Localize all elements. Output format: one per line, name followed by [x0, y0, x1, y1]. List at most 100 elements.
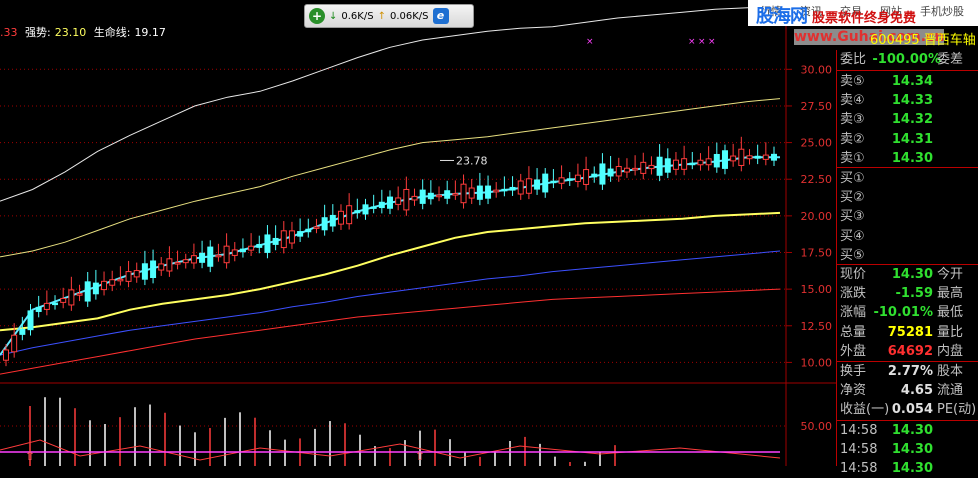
candle-body: [509, 186, 516, 191]
candle-body: [468, 187, 475, 199]
fund-row-value: 2.77%: [887, 364, 933, 379]
ma-blue-line: [0, 250, 781, 356]
ma-yellow-line: [0, 211, 781, 332]
price-tick-label: 15.00: [801, 283, 833, 296]
quote-row-label: 总量: [840, 324, 867, 340]
buy-level-3: 买③: [837, 208, 978, 226]
candle-body: [656, 156, 663, 176]
candle-body: [705, 158, 712, 166]
candle-body: [566, 178, 573, 181]
candle-body: [623, 167, 630, 173]
buy-level-1: 买①: [837, 170, 978, 188]
sell-level-4: 卖④ 14.33: [837, 92, 978, 110]
buy-level-1-label: 买①: [840, 171, 865, 186]
sell-level-1-value: 14.30: [891, 150, 933, 166]
candle-body: [583, 169, 590, 185]
candle-body: [607, 168, 614, 177]
quote-row-label: 涨跌: [840, 286, 867, 302]
candle-body: [599, 163, 606, 185]
indicator-readout: .33 强势: 23.10 生命线: 19.17: [0, 24, 170, 40]
candle-body: [84, 281, 91, 302]
tick-row-label: 14:58: [840, 442, 878, 458]
volume-arrow-icon: ⇧: [415, 449, 425, 463]
quote-row-value: -1.59: [895, 286, 933, 302]
candle-body: [427, 192, 434, 200]
plus-icon[interactable]: +: [309, 8, 325, 24]
volume-tick-label: 50.00: [801, 420, 833, 433]
sell-level-4-value: 14.33: [891, 93, 933, 109]
candle-body: [346, 205, 353, 225]
quote-row-value: -10.01%: [873, 305, 933, 321]
candle-body: [395, 197, 402, 205]
candle-body: [730, 155, 737, 162]
candle-body: [117, 278, 124, 282]
candle-body: [387, 196, 393, 209]
price-tick-label: 12.50: [801, 320, 833, 333]
candle-body: [248, 245, 255, 251]
tick-row: 14:58 14.30: [837, 441, 978, 459]
candle-body: [403, 188, 410, 211]
tick-row-value: 14.30: [891, 442, 933, 458]
candle-body: [542, 173, 549, 193]
candle-body: [762, 154, 769, 160]
quote-row: 总量 75281 量比: [837, 324, 978, 342]
candle-body: [60, 297, 67, 303]
quote-row-label: 外盘: [840, 343, 867, 359]
candle-body: [11, 334, 18, 353]
ratio-row: 委比 -100.00% 委差: [837, 51, 978, 69]
candle-body: [721, 150, 728, 169]
candle-body: [337, 210, 344, 225]
candle-body: [199, 252, 206, 263]
ie-icon[interactable]: e: [432, 8, 449, 24]
candle-body: [550, 180, 557, 184]
candle-body: [264, 234, 271, 253]
indicator-value-strong: 23.10: [54, 26, 87, 39]
buy-level-2: 买②: [837, 189, 978, 207]
candle-body: [256, 243, 263, 248]
quote-row-label2: 最低: [937, 305, 964, 321]
tick-row-label: 14:58: [840, 461, 878, 477]
quote-row-label2: 今开: [937, 267, 964, 282]
ma-red-line: [0, 288, 781, 375]
price-tick-label: 22.50: [801, 173, 833, 186]
watermark-slogan: 股票软件终身免费: [812, 11, 917, 26]
kline-chart[interactable]: 30.00 27.50 25.00 22.50 20.00 17.50 15.00 12.50…: [0, 0, 836, 466]
candle-body: [239, 248, 246, 253]
candle-body: [476, 185, 483, 200]
candle-body: [101, 280, 108, 291]
signal-mark: ×: [698, 37, 706, 47]
candle-body: [297, 231, 304, 237]
signal-mark: ×: [708, 37, 716, 47]
tick-row-value: 14.30: [891, 461, 933, 477]
candle-body: [35, 306, 42, 312]
sell-level-5-value: 14.34: [891, 74, 933, 89]
fund-row: 净资 4.65 流通: [837, 382, 978, 400]
candle-body: [754, 155, 761, 159]
fund-row-label: 收益(一): [840, 402, 890, 418]
fund-row: 换手 2.77% 股本: [837, 363, 978, 381]
candle-body: [664, 158, 671, 173]
candle-body: [166, 258, 173, 272]
buy-level-5-label: 买⑤: [840, 247, 865, 263]
candle-body: [640, 161, 647, 174]
candle-body: [648, 164, 655, 170]
kline-svg: 30.00 27.50 25.00 22.50 20.00 17.50 15.00 12.50…: [0, 0, 836, 466]
ratio-label: 委比: [840, 52, 867, 67]
candle-body: [574, 174, 581, 182]
candle-body: [632, 167, 639, 171]
quote-row-label: 现价: [840, 267, 867, 282]
candle-body: [76, 293, 83, 296]
candle-body: [672, 159, 679, 170]
quote-row-label: 涨幅: [840, 305, 867, 321]
sell-level-3-label: 卖③: [840, 112, 865, 128]
candle-body: [141, 263, 148, 280]
signal-mark: ×: [586, 37, 594, 47]
candle-body: [305, 228, 312, 233]
speed-toolbar: + ↓ 0.6K/S ↑ 0.06K/S e: [304, 4, 474, 28]
candle-body: [460, 183, 467, 204]
candle-body: [493, 189, 500, 193]
indicator-label-life: 生命线:: [93, 26, 131, 39]
candle-body: [771, 153, 777, 161]
tab-mobile[interactable]: 手机炒股: [920, 3, 964, 19]
buy-level-5: 买⑤: [837, 247, 978, 265]
